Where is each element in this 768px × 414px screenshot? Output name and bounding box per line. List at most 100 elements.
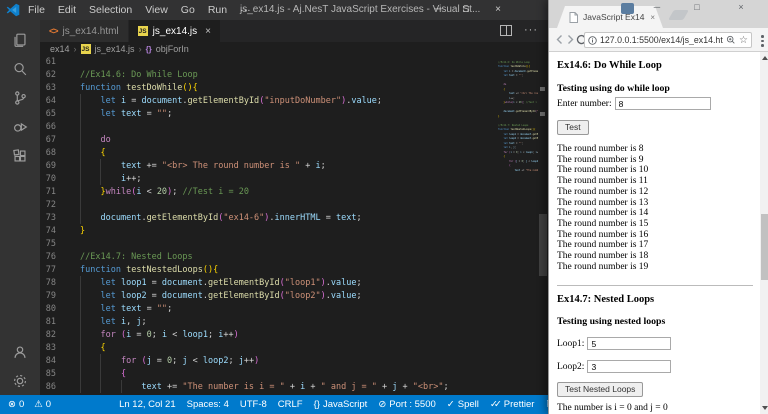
zoom-indicator-icon[interactable] bbox=[726, 35, 736, 45]
breadcrumb-folder[interactable]: ex14 bbox=[50, 44, 70, 54]
breadcrumb-symbol[interactable]: objForIn bbox=[156, 44, 189, 54]
vscode-logo-icon bbox=[6, 3, 20, 17]
new-tab-button[interactable] bbox=[668, 10, 689, 20]
scroll-down-arrow-icon[interactable] bbox=[762, 406, 768, 410]
loop2-input[interactable] bbox=[587, 360, 671, 373]
explorer-icon[interactable] bbox=[6, 25, 34, 54]
error-icon: ⊗ bbox=[8, 399, 16, 410]
line-number: 78 bbox=[40, 277, 56, 290]
address-bar[interactable]: 127.0.0.1:5500/ex14/js_ex14.html ☆ bbox=[584, 32, 752, 48]
source-control-icon[interactable] bbox=[6, 83, 34, 112]
code-line[interactable]: 74} bbox=[40, 225, 488, 238]
code-line[interactable]: 85 { bbox=[40, 368, 488, 381]
code-line[interactable]: 69 text += "<br> The round number is " +… bbox=[40, 160, 488, 173]
minimap-line: }while(i < 20); //Test i = 20 bbox=[498, 101, 538, 106]
output-line: The round number is 16 bbox=[557, 230, 648, 241]
split-editor-icon[interactable] bbox=[500, 25, 512, 36]
spell-checker[interactable]: ✓ Spell bbox=[447, 399, 479, 410]
vscode-minimize-button[interactable]: ─ bbox=[430, 0, 446, 20]
code-line[interactable]: 63function testDoWhile(){ bbox=[40, 82, 488, 95]
problems-warnings[interactable]: ⚠ 0 bbox=[34, 399, 51, 410]
menu-run[interactable]: Run bbox=[208, 4, 227, 16]
run-debug-icon[interactable] bbox=[6, 112, 34, 141]
code-line[interactable]: 71 }while(i < 20); //Test i = 20 bbox=[40, 186, 488, 199]
indent-guide bbox=[80, 315, 81, 328]
vscode-close-button[interactable]: × bbox=[490, 0, 506, 20]
language-mode[interactable]: {} JavaScript bbox=[314, 399, 368, 410]
scroll-up-arrow-icon[interactable] bbox=[762, 56, 768, 60]
page-scrollbar-thumb[interactable] bbox=[761, 214, 768, 280]
test-button[interactable]: Test bbox=[557, 120, 589, 135]
prettier-status[interactable]: ✓✓ Prettier bbox=[490, 399, 535, 410]
code-line[interactable]: 73 document.getElementById("ex14-6").inn… bbox=[40, 212, 488, 225]
code-line[interactable]: 66 bbox=[40, 121, 488, 134]
code-line[interactable]: 64 let i = document.getElementById("inpu… bbox=[40, 95, 488, 108]
code-line[interactable]: 72 bbox=[40, 199, 488, 212]
code-line[interactable]: 61 bbox=[40, 56, 488, 69]
eol-sequence[interactable]: CRLF bbox=[278, 399, 303, 410]
vscode-maximize-button[interactable]: □ bbox=[458, 0, 474, 20]
number-input[interactable] bbox=[615, 97, 711, 110]
search-icon[interactable] bbox=[6, 54, 34, 83]
code-line[interactable]: 81 let i, j; bbox=[40, 316, 488, 329]
browser-close-button[interactable]: × bbox=[733, 0, 749, 16]
code-line[interactable]: 76//Ex14.7: Nested Loops bbox=[40, 251, 488, 264]
enter-number-label: Enter number: bbox=[557, 99, 612, 109]
profile-avatar[interactable] bbox=[621, 3, 634, 14]
code-line[interactable]: 86 text += "The number is i = " + i + " … bbox=[40, 381, 488, 394]
editor-tabbar: <> js_ex14.html JS js_ex14.js × bbox=[40, 20, 548, 42]
settings-gear-icon[interactable] bbox=[6, 366, 34, 395]
code-line[interactable]: 82 for (i = 0; i < loop1; i++) bbox=[40, 329, 488, 342]
browser-menu-icon[interactable] bbox=[761, 35, 764, 49]
extensions-icon[interactable] bbox=[6, 141, 34, 170]
more-actions-icon[interactable]: ··· bbox=[524, 24, 538, 36]
tab-close-icon[interactable]: × bbox=[205, 26, 211, 37]
code-line[interactable]: 68 { bbox=[40, 147, 488, 160]
accounts-icon[interactable] bbox=[6, 337, 34, 366]
browser-maximize-button[interactable]: □ bbox=[689, 0, 705, 16]
bookmark-star-icon[interactable]: ☆ bbox=[739, 35, 748, 46]
indent-guide bbox=[80, 133, 81, 146]
code-area[interactable]: 6162//Ex14.6: Do While Loop63function te… bbox=[40, 56, 488, 394]
code-line[interactable]: 83 { bbox=[40, 342, 488, 355]
code-line[interactable]: 80 let text = ""; bbox=[40, 303, 488, 316]
code-line[interactable]: 75 bbox=[40, 238, 488, 251]
menu-view[interactable]: View bbox=[145, 4, 168, 16]
indent-guide bbox=[100, 354, 101, 367]
tab-js-ex14-html[interactable]: <> js_ex14.html bbox=[40, 20, 129, 42]
editor-scrollbar[interactable] bbox=[538, 56, 548, 395]
loop1-input[interactable] bbox=[587, 337, 671, 350]
menu-go[interactable]: Go bbox=[181, 4, 195, 16]
page-scrollbar[interactable] bbox=[760, 52, 768, 414]
test-nested-loops-button[interactable]: Test Nested Loops bbox=[557, 382, 643, 397]
live-server-port[interactable]: ⊘ Port : 5500 bbox=[378, 399, 435, 410]
code-line[interactable]: 65 let text = ""; bbox=[40, 108, 488, 121]
breadcrumb[interactable]: ex14 › JS js_ex14.js › {} objForIn bbox=[40, 42, 548, 56]
menu-file[interactable]: File bbox=[28, 4, 45, 16]
tab-js-ex14-js[interactable]: JS js_ex14.js × bbox=[129, 20, 220, 42]
code-line[interactable]: 67 do bbox=[40, 134, 488, 147]
code-line[interactable]: 62//Ex14.6: Do While Loop bbox=[40, 69, 488, 82]
editor-scrollbar-thumb[interactable] bbox=[539, 214, 547, 276]
code-line[interactable]: 79 let loop2 = document.getElementById("… bbox=[40, 290, 488, 303]
code-line[interactable]: 70 i++; bbox=[40, 173, 488, 186]
menu-edit[interactable]: Edit bbox=[58, 4, 76, 16]
browser-tab[interactable]: JavaScript Ex14 × bbox=[557, 6, 663, 28]
indentation[interactable]: Spaces: 4 bbox=[187, 399, 229, 410]
code-line[interactable]: 84 for (j = 0; j < loop2; j++) bbox=[40, 355, 488, 368]
menu-selection[interactable]: Selection bbox=[89, 4, 132, 16]
page-favicon-icon bbox=[569, 12, 578, 23]
problems-errors[interactable]: ⊗ 0 bbox=[8, 399, 24, 410]
screen: File Edit Selection View Go Run ··· js_ex14.js… bbox=[0, 0, 768, 414]
code-line[interactable]: 77function testNestedLoops(){ bbox=[40, 264, 488, 277]
minimap[interactable]: //Ex14.6: Do While Loopfunction testDoWh… bbox=[498, 56, 538, 395]
line-number: 84 bbox=[40, 355, 56, 368]
encoding[interactable]: UTF-8 bbox=[240, 399, 267, 410]
browser-minimize-button[interactable]: ─ bbox=[649, 0, 665, 16]
code-line[interactable]: 78 let loop1 = document.getElementById("… bbox=[40, 277, 488, 290]
breadcrumb-file[interactable]: js_ex14.js bbox=[95, 44, 135, 54]
url-text[interactable]: 127.0.0.1:5500/ex14/js_ex14.html bbox=[600, 35, 723, 45]
info-icon[interactable] bbox=[588, 36, 597, 45]
minimap-line: text += "The number is i = " + i + " and… bbox=[498, 169, 538, 174]
cursor-position[interactable]: Ln 12, Col 21 bbox=[119, 399, 176, 410]
